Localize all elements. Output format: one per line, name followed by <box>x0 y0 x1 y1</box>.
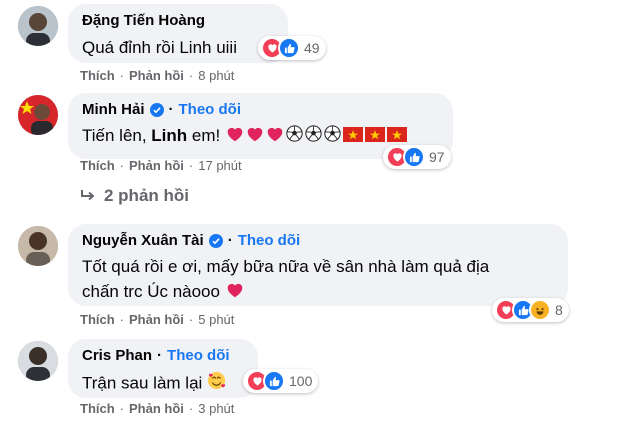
soccer-ball-emoji <box>286 124 303 149</box>
commenter-name[interactable]: Cris Phan <box>82 347 152 365</box>
like-button[interactable]: Thích <box>80 68 115 83</box>
avatar[interactable] <box>18 95 58 135</box>
soccer-ball-emoji <box>305 124 322 149</box>
reaction-count: 100 <box>289 373 313 389</box>
comment-text: Trận sau làm lại <box>82 371 244 397</box>
like-icon <box>403 146 425 168</box>
reaction-count: 49 <box>304 40 320 56</box>
vietnam-flag-emoji <box>342 125 363 149</box>
heart-emoji <box>246 125 264 149</box>
comment-text: Tốt quá rồi e ơi, mấy bữa nữa về sân nhà… <box>82 254 554 305</box>
view-replies-link[interactable]: 2 phản hồi <box>80 186 189 206</box>
vietnam-flag-emoji <box>364 125 385 149</box>
heart-emoji <box>266 125 284 149</box>
verified-badge-icon <box>149 103 164 117</box>
comment-time[interactable]: 5 phút <box>198 312 234 327</box>
reaction-summary[interactable]: 97 <box>383 145 451 169</box>
avatar[interactable] <box>18 341 58 381</box>
reply-button[interactable]: Phản hồi <box>129 401 184 416</box>
soccer-ball-emoji <box>324 124 341 149</box>
comment-actions: Thích · Phản hồi · 5 phút <box>80 312 235 327</box>
comment-bubble: Nguyễn Xuân Tài · Theo dõi Tốt quá rồi e… <box>68 224 568 306</box>
commenter-name[interactable]: Đặng Tiến Hoàng <box>82 12 205 30</box>
like-button[interactable]: Thích <box>80 312 115 327</box>
reply-button[interactable]: Phản hồi <box>129 68 184 83</box>
comment-text: Quá đỉnh rồi Linh uiii <box>82 38 237 57</box>
follow-button[interactable]: Theo dõi <box>238 232 301 250</box>
reaction-summary[interactable]: 49 <box>258 36 326 60</box>
reaction-count: 8 <box>555 302 563 318</box>
reaction-summary[interactable]: 8 <box>492 298 569 322</box>
comment-bubble: Cris Phan · Theo dõi Trận sau làm lại <box>68 339 258 398</box>
heart-emoji <box>226 125 244 149</box>
comment-time[interactable]: 3 phút <box>198 401 234 416</box>
reply-button[interactable]: Phản hồi <box>129 312 184 327</box>
follow-button[interactable]: Theo dõi <box>167 347 230 365</box>
like-button[interactable]: Thích <box>80 158 115 173</box>
like-button[interactable]: Thích <box>80 401 115 416</box>
verified-badge-icon <box>208 234 223 248</box>
like-icon <box>263 370 285 392</box>
comment-actions: Thích · Phản hồi · 17 phút <box>80 158 242 173</box>
haha-icon <box>529 299 551 321</box>
reply-arrow-icon <box>80 189 96 203</box>
comment-actions: Thích · Phản hồi · 8 phút <box>80 68 235 83</box>
replies-count-label: 2 phản hồi <box>104 186 189 205</box>
comment-bubble: Đặng Tiến Hoàng Quá đỉnh rồi Linh uiii <box>68 4 288 63</box>
avatar[interactable] <box>18 6 58 46</box>
commenter-name[interactable]: Minh Hải <box>82 101 145 119</box>
comment-time[interactable]: 8 phút <box>198 68 234 83</box>
like-icon <box>278 37 300 59</box>
follow-button[interactable]: Theo dõi <box>179 101 242 119</box>
commenter-name[interactable]: Nguyễn Xuân Tài <box>82 232 204 250</box>
reaction-count: 97 <box>429 149 445 165</box>
heart-emoji <box>226 280 244 305</box>
reply-button[interactable]: Phản hồi <box>129 158 184 173</box>
avatar[interactable] <box>18 226 58 266</box>
comment-actions: Thích · Phản hồi · 3 phút <box>80 401 235 416</box>
reaction-summary[interactable]: 100 <box>243 369 319 393</box>
comment-text: Tiến lên, Linh em! <box>82 124 439 149</box>
smiling-face-with-hearts-emoji <box>207 371 226 397</box>
mentioned-name[interactable]: Linh <box>151 126 187 145</box>
comment-time[interactable]: 17 phút <box>198 158 241 173</box>
